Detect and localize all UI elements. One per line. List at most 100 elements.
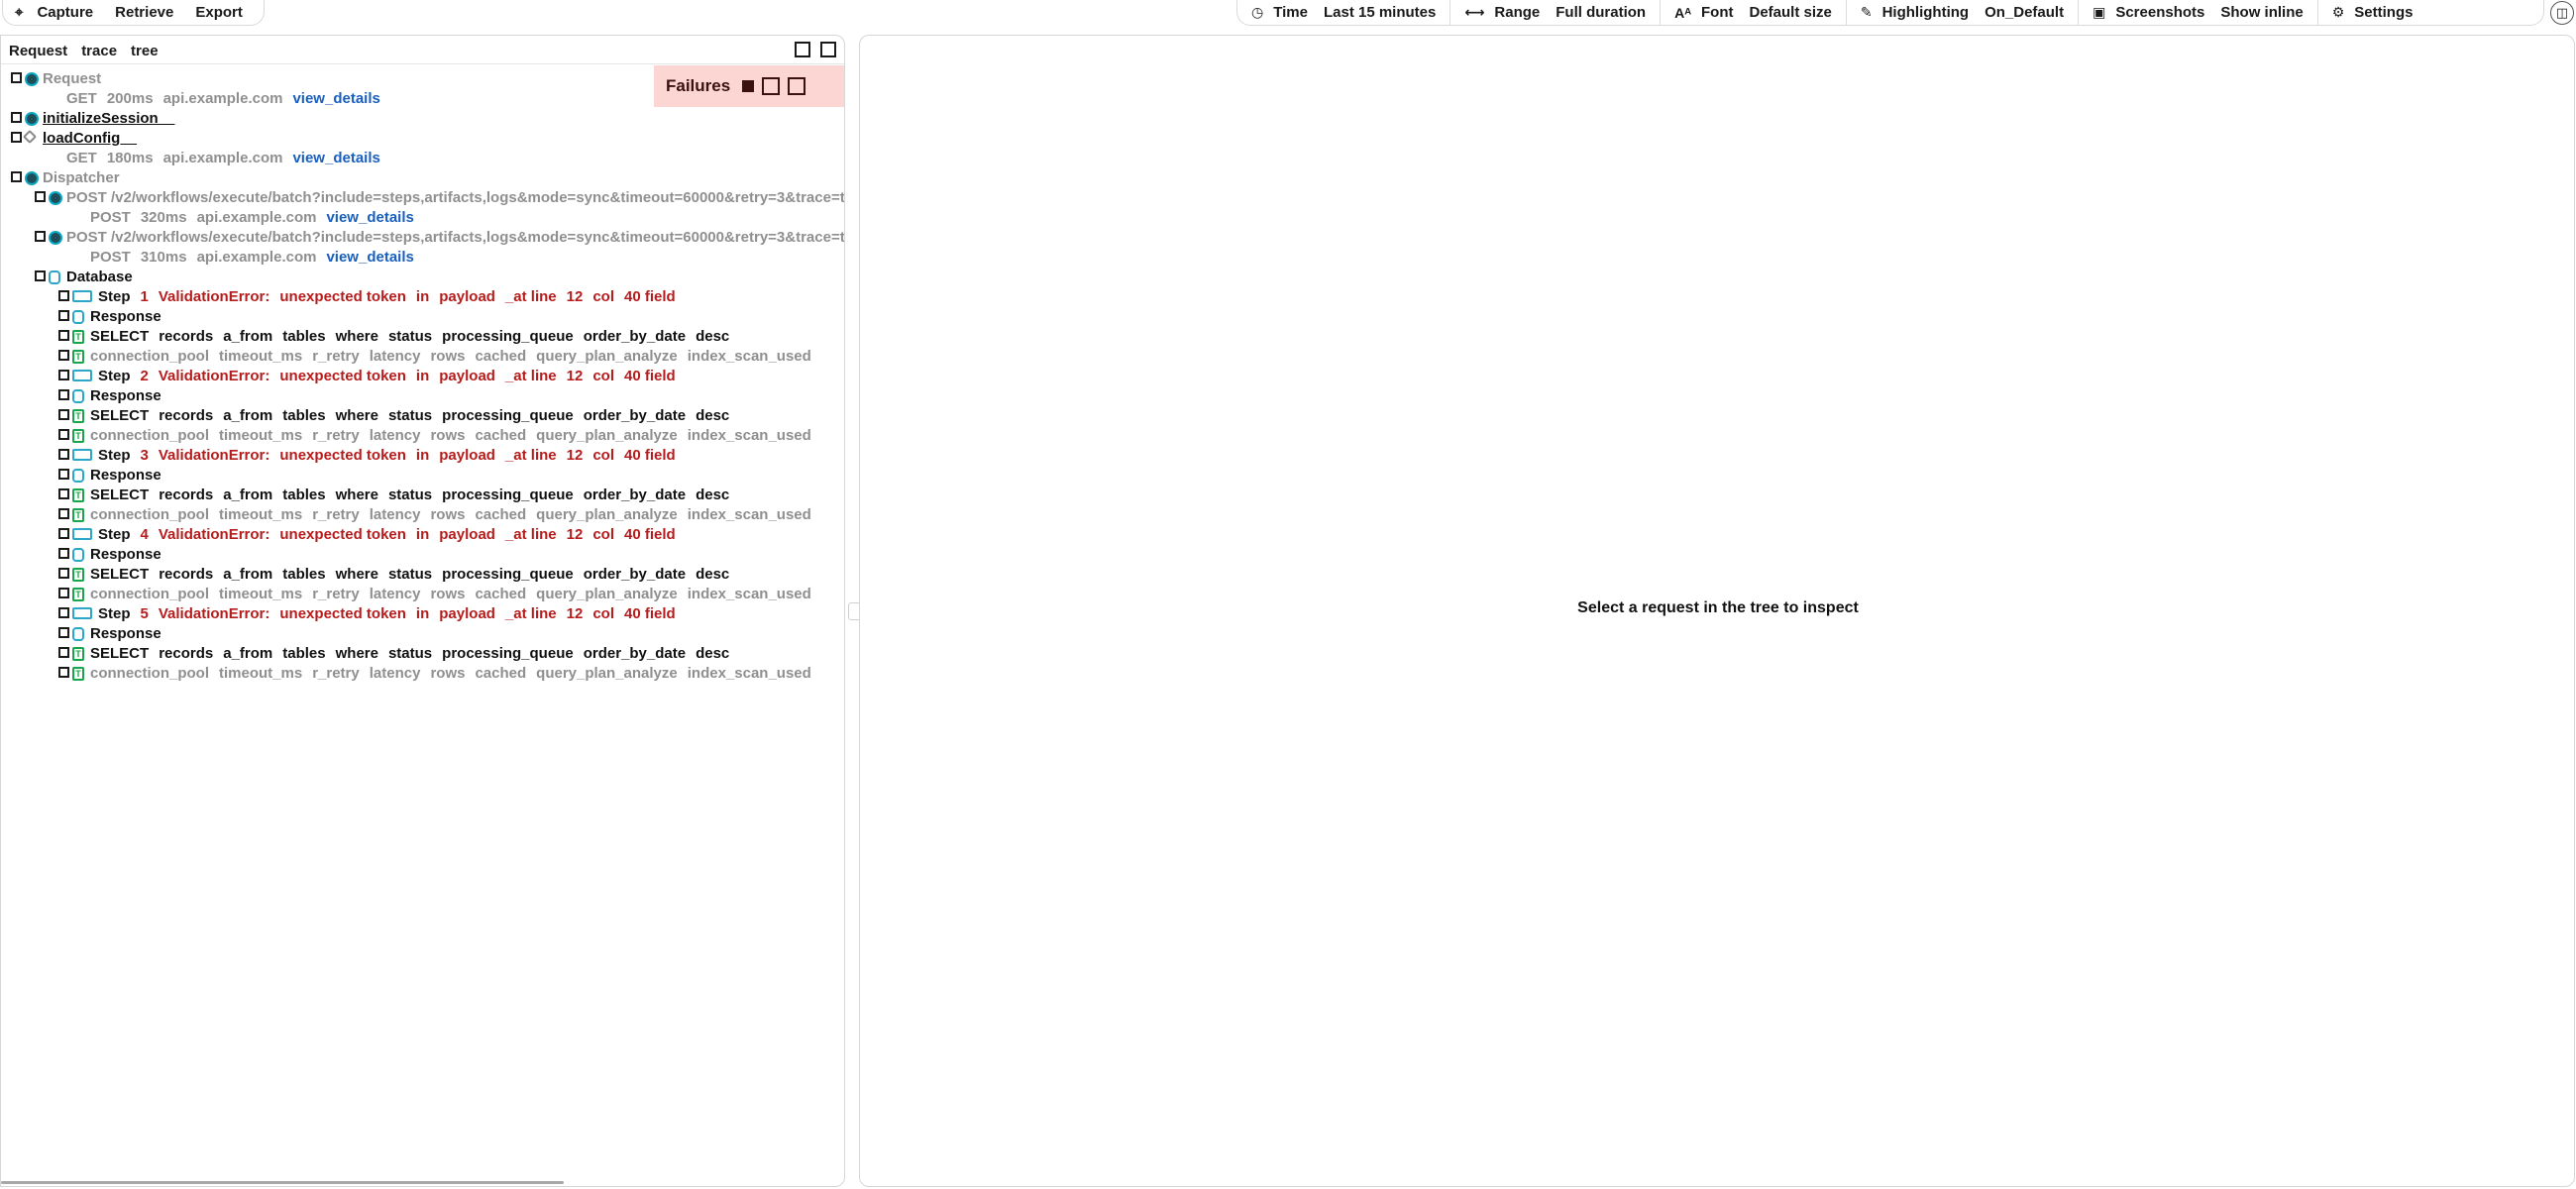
tree-row-text: Response <box>90 467 171 484</box>
next-failure-icon[interactable] <box>788 77 806 95</box>
expand-toggle[interactable] <box>11 112 22 123</box>
tree-row-meta[interactable]: POST 320ms api.example.com view_details <box>1 208 844 228</box>
expand-toggle[interactable] <box>58 409 69 420</box>
expand-toggle[interactable] <box>11 72 22 83</box>
span-node-icon <box>25 112 39 126</box>
setting-time[interactable]: ◷ Time Last 15 minutes <box>1251 0 1451 26</box>
tree-text-part: a_from <box>223 645 273 662</box>
collapse-all-icon[interactable] <box>820 42 836 57</box>
tree-row[interactable]: POST /v2/workflows/execute/batch?include… <box>1 228 844 248</box>
tree-row[interactable]: Response <box>1 466 844 486</box>
tree-row[interactable]: Step 2 ValidationError: unexpected token in p… <box>1 367 844 386</box>
expand-toggle[interactable] <box>58 607 69 618</box>
tree-row[interactable]: Response <box>1 307 844 327</box>
sidebar-toggle-icon[interactable]: ◫ <box>2550 1 2574 25</box>
text-icon: T <box>72 429 84 443</box>
tree-text-part: 180ms <box>106 150 154 166</box>
setting-screenshots[interactable]: ▣ Screenshots Show inline <box>2079 0 2318 26</box>
capture-button[interactable]: Capture <box>37 4 93 21</box>
horizontal-scrollbar[interactable] <box>1 1181 564 1184</box>
tree-row[interactable]: T SELECT records a_from tables where status pro… <box>1 406 844 426</box>
expand-toggle[interactable] <box>58 389 69 400</box>
tree-text-part: a_from <box>223 328 273 345</box>
details-link[interactable]: view_details <box>292 90 379 107</box>
tree-row[interactable]: Tconnection_pool timeout_ms r_retry latency… <box>1 664 844 684</box>
tree-row[interactable]: Tconnection_pool timeout_ms r_retry latency… <box>1 585 844 604</box>
details-link[interactable]: view_details <box>292 150 379 166</box>
expand-toggle[interactable] <box>58 647 69 658</box>
failures-badge[interactable]: Failures <box>654 65 844 107</box>
expand-toggle[interactable] <box>11 171 22 182</box>
tree-text-part: records <box>159 566 214 583</box>
expand-toggle[interactable] <box>11 132 22 143</box>
tree-row[interactable]: Step 3 ValidationError: unexpected token in p… <box>1 446 844 466</box>
tree-row-text: Step 3 ValidationError: unexpected token in p… <box>98 447 686 464</box>
tree-row[interactable]: Tconnection_pool timeout_ms r_retry latency… <box>1 426 844 446</box>
tree-row-text: SELECT records a_from tables where status proc… <box>90 328 739 345</box>
details-link[interactable]: view_details <box>326 249 413 266</box>
expand-toggle[interactable] <box>58 429 69 440</box>
expand-toggle[interactable] <box>58 350 69 361</box>
setting-highlighting[interactable]: ✎ Highlighting On_Default <box>1847 0 2080 26</box>
expand-toggle[interactable] <box>58 310 69 321</box>
setting-settings[interactable]: ⚙ Settings <box>2318 0 2427 26</box>
expand-toggle[interactable] <box>58 290 69 301</box>
expand-toggle[interactable] <box>58 528 69 539</box>
tree-row[interactable]: Step 4 ValidationError: unexpected token in p… <box>1 525 844 545</box>
details-link[interactable]: view_details <box>326 209 413 226</box>
cursor-icon[interactable]: ⌖ <box>15 4 23 21</box>
tree-row[interactable]: T SELECT records a_from tables where status pro… <box>1 486 844 505</box>
setting-value: On_Default <box>1985 4 2065 21</box>
setting-font[interactable]: Aᴬ Font Default size <box>1661 0 1847 26</box>
tree-row[interactable]: Tconnection_pool timeout_ms r_retry latency… <box>1 347 844 367</box>
tree-text-part: SELECT <box>90 486 150 503</box>
setting-key: Time <box>1273 4 1308 21</box>
tree-text-part: status <box>387 486 433 503</box>
expand-toggle[interactable] <box>35 191 46 202</box>
tree-row[interactable]: Response <box>1 386 844 406</box>
prev-failure-icon[interactable] <box>762 77 781 95</box>
setting-key: Highlighting <box>1881 4 1970 21</box>
tree-row[interactable]: Tconnection_pool timeout_ms r_retry latency… <box>1 505 844 525</box>
tree-row[interactable]: loadConfig__ <box>1 129 844 149</box>
tree-text-part: 40 field <box>624 288 676 305</box>
expand-toggle[interactable] <box>58 370 69 380</box>
expand-toggle[interactable] <box>58 588 69 598</box>
setting-range[interactable]: ⟷ Range Full duration <box>1450 0 1662 26</box>
tree-text-part: cached <box>475 586 527 602</box>
tree-row-meta[interactable]: POST 310ms api.example.com view_details <box>1 248 844 268</box>
expand-toggle[interactable] <box>35 270 46 281</box>
tree-row[interactable]: T SELECT records a_from tables where status pro… <box>1 644 844 664</box>
tree-row[interactable]: POST /v2/workflows/execute/batch?include… <box>1 188 845 208</box>
expand-toggle[interactable] <box>35 231 46 242</box>
text-icon: T <box>72 568 84 582</box>
tree-row[interactable]: initializeSession__ <box>1 109 844 129</box>
tree-row[interactable]: Step 5 ValidationError: unexpected token in p… <box>1 604 844 624</box>
tree-text-part: GET <box>66 150 97 166</box>
tree-row[interactable]: Database <box>1 268 844 287</box>
retrieve-button[interactable]: Retrieve <box>115 4 173 21</box>
span-node-icon <box>25 171 39 185</box>
tree-row[interactable]: T SELECT records a_from tables where status pro… <box>1 565 844 585</box>
expand-toggle[interactable] <box>58 548 69 559</box>
expand-toggle[interactable] <box>58 449 69 460</box>
expand-toggle[interactable] <box>58 508 69 519</box>
tree-row[interactable]: T SELECT records a_from tables where status pro… <box>1 327 844 347</box>
tree-text-part: POST /v2/workflows/execute/batch?include… <box>66 189 845 206</box>
expand-toggle[interactable] <box>58 568 69 579</box>
expand-all-icon[interactable] <box>795 42 810 57</box>
expand-toggle[interactable] <box>58 469 69 480</box>
tree-row[interactable]: Step 1 ValidationError: unexpected token in p… <box>1 287 844 307</box>
export-button[interactable]: Export <box>195 4 243 21</box>
tree-row[interactable]: Response <box>1 545 844 565</box>
expand-toggle[interactable] <box>58 627 69 638</box>
tree-row-meta[interactable]: GET 180ms api.example.com view_details <box>1 149 844 168</box>
tree-row[interactable]: Response <box>1 624 844 644</box>
tree-text-part: Database <box>66 269 133 285</box>
expand-toggle[interactable] <box>58 330 69 341</box>
tree-text-part: records <box>159 407 214 424</box>
expand-toggle[interactable] <box>58 488 69 499</box>
tree-text-part: latency <box>369 348 421 365</box>
expand-toggle[interactable] <box>58 667 69 678</box>
tree-row[interactable]: Dispatcher <box>1 168 844 188</box>
